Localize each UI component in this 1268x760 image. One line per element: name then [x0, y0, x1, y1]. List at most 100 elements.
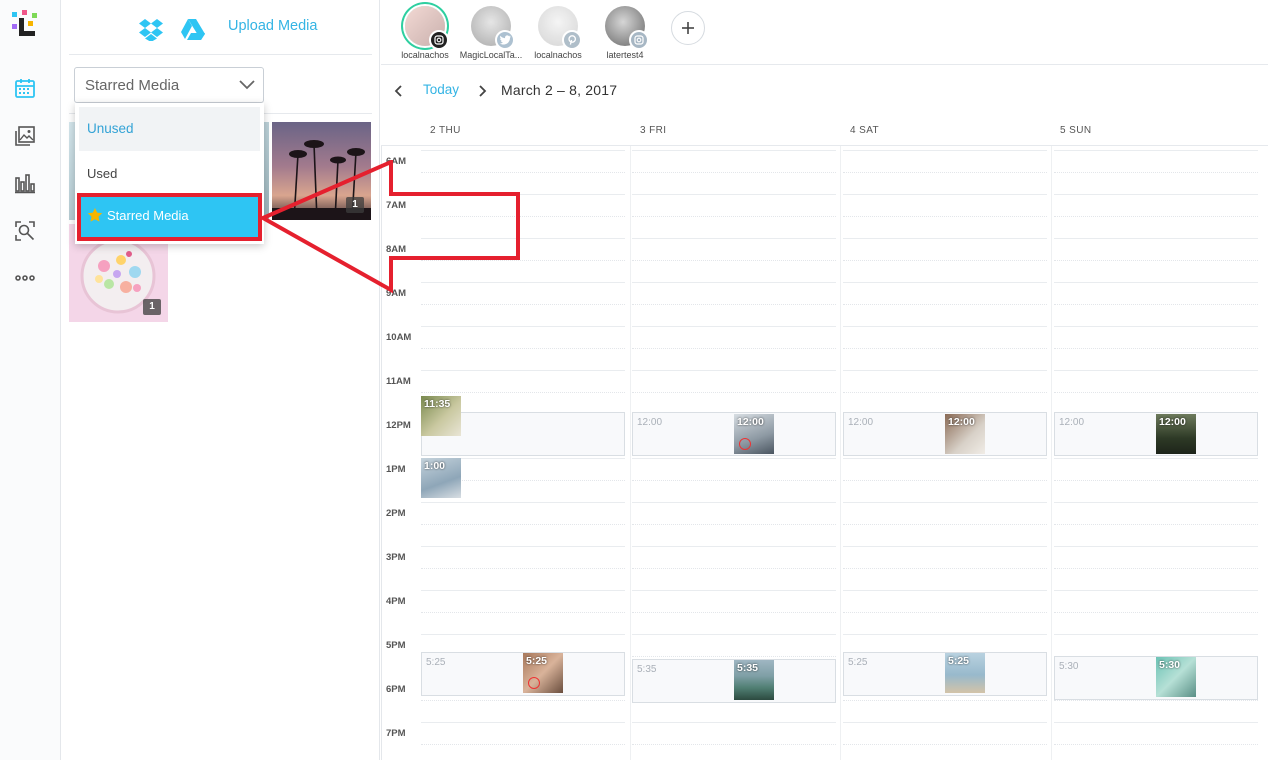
scheduled-post[interactable]: 12:00 — [1156, 414, 1196, 454]
scheduled-post[interactable]: 5:35 — [734, 660, 774, 700]
hour-grid-line — [843, 634, 1047, 635]
half-hour-grid-line — [1054, 480, 1258, 481]
instagram-icon — [429, 30, 449, 50]
calendar-nav-icon[interactable] — [13, 76, 37, 100]
today-button[interactable]: Today — [423, 82, 459, 97]
account-avatar[interactable]: latertest4 — [593, 6, 657, 60]
account-avatar[interactable]: MagicLocalTa... — [459, 6, 523, 60]
filter-option-starred-media[interactable]: Starred Media — [79, 195, 260, 237]
half-hour-grid-line — [421, 700, 625, 701]
scheduled-post[interactable]: 11:35 — [421, 396, 461, 436]
media-filter-select[interactable]: Starred Media — [74, 67, 264, 103]
scheduled-post[interactable]: 12:00 — [945, 414, 985, 454]
media-usage-badge: 1 — [143, 299, 161, 315]
later-logo-icon[interactable] — [10, 10, 42, 40]
media-library-icon[interactable] — [13, 124, 37, 148]
slot-time: 12:00 — [848, 417, 874, 428]
scheduled-post[interactable]: 12:00 — [734, 414, 774, 454]
hour-grid-line — [1054, 150, 1258, 151]
hour-label: 7AM — [386, 200, 407, 211]
pinterest-icon — [528, 677, 540, 689]
post-time: 5:25 — [948, 655, 970, 667]
account-avatar[interactable]: localnachos — [393, 6, 457, 60]
half-hour-grid-line — [421, 260, 625, 261]
upload-media-link[interactable]: Upload Media — [228, 18, 317, 34]
half-hour-grid-line — [632, 612, 836, 613]
slot-time: 5:35 — [637, 664, 657, 675]
hour-label: 5PM — [386, 640, 406, 651]
chevron-right-icon[interactable] — [477, 85, 487, 97]
post-time: 12:00 — [737, 416, 764, 428]
half-hour-grid-line — [843, 304, 1047, 305]
hour-grid-line — [632, 370, 836, 371]
half-hour-grid-line — [421, 304, 625, 305]
half-hour-grid-line — [1054, 304, 1258, 305]
post-time: 12:00 — [1159, 416, 1186, 428]
slot-time: 5:25 — [848, 657, 868, 668]
hour-grid-line — [421, 722, 625, 723]
account-name: MagicLocalTa... — [459, 50, 523, 60]
account-name: latertest4 — [606, 50, 644, 60]
media-thumb-palm-sunset[interactable]: 1 — [272, 122, 371, 220]
calendar-panel: localnachos MagicLocalTa... localnachos — [381, 0, 1268, 760]
hour-grid-line — [1054, 458, 1258, 459]
hour-grid-line — [632, 546, 836, 547]
half-hour-grid-line — [632, 392, 836, 393]
hour-label: 9AM — [386, 288, 407, 299]
hour-grid-line — [632, 502, 836, 503]
hour-grid-line — [843, 370, 1047, 371]
column-divider — [630, 146, 631, 760]
social-accounts-bar: localnachos MagicLocalTa... localnachos — [381, 0, 1268, 65]
half-hour-grid-line — [1054, 216, 1258, 217]
google-drive-icon[interactable] — [180, 17, 206, 41]
hour-grid-line — [843, 238, 1047, 239]
column-divider — [840, 146, 841, 760]
hour-grid-line — [632, 282, 836, 283]
hour-grid-line — [1054, 502, 1258, 503]
half-hour-grid-line — [1054, 568, 1258, 569]
scheduled-post[interactable]: 5:25 — [945, 653, 985, 693]
week-grid: 6AM 7AM 8AM 9AM 10AM 11AM 12PM 1PM 2PM 3… — [381, 146, 1268, 760]
half-hour-grid-line — [632, 260, 836, 261]
hour-grid-line — [632, 458, 836, 459]
chevron-left-icon[interactable] — [394, 85, 404, 97]
hour-grid-line — [421, 590, 625, 591]
slot-time: 12:00 — [1059, 417, 1085, 428]
hour-label: 11AM — [386, 376, 411, 387]
account-avatar[interactable]: localnachos — [526, 6, 590, 60]
dropbox-icon[interactable] — [138, 17, 164, 41]
half-hour-grid-line — [632, 744, 836, 745]
hour-grid-line — [843, 590, 1047, 591]
hour-grid-line — [1054, 722, 1258, 723]
half-hour-grid-line — [1054, 612, 1258, 613]
account-name: localnachos — [534, 50, 582, 60]
scheduled-post[interactable]: 1:00 — [421, 458, 461, 498]
half-hour-grid-line — [632, 348, 836, 349]
hour-grid-line — [421, 194, 625, 195]
post-time: 12:00 — [948, 416, 975, 428]
add-account-button[interactable] — [671, 11, 705, 45]
day-header-sat: 4 SAT — [850, 125, 880, 136]
filter-option-unused[interactable]: Unused — [79, 107, 260, 151]
filter-option-used[interactable]: Used — [79, 152, 260, 196]
post-time: 11:35 — [424, 398, 451, 410]
half-hour-grid-line — [421, 348, 625, 349]
hour-grid-line — [843, 326, 1047, 327]
half-hour-grid-line — [421, 392, 625, 393]
search-discover-icon[interactable] — [13, 219, 37, 243]
half-hour-grid-line — [632, 656, 836, 657]
analytics-icon[interactable] — [13, 171, 37, 195]
hour-grid-line — [421, 238, 625, 239]
day-header-fri: 3 FRI — [640, 125, 667, 136]
hour-grid-line — [632, 722, 836, 723]
hour-grid-line — [843, 458, 1047, 459]
scheduled-post[interactable]: 5:30 — [1156, 657, 1196, 697]
hour-grid-line — [421, 326, 625, 327]
scheduled-post[interactable]: 5:25 — [523, 653, 563, 693]
post-time: 5:30 — [1159, 659, 1181, 671]
more-options-icon[interactable] — [13, 266, 37, 290]
post-time: 5:35 — [737, 662, 759, 674]
half-hour-grid-line — [632, 304, 836, 305]
hour-grid-line — [632, 590, 836, 591]
hour-grid-line — [632, 150, 836, 151]
